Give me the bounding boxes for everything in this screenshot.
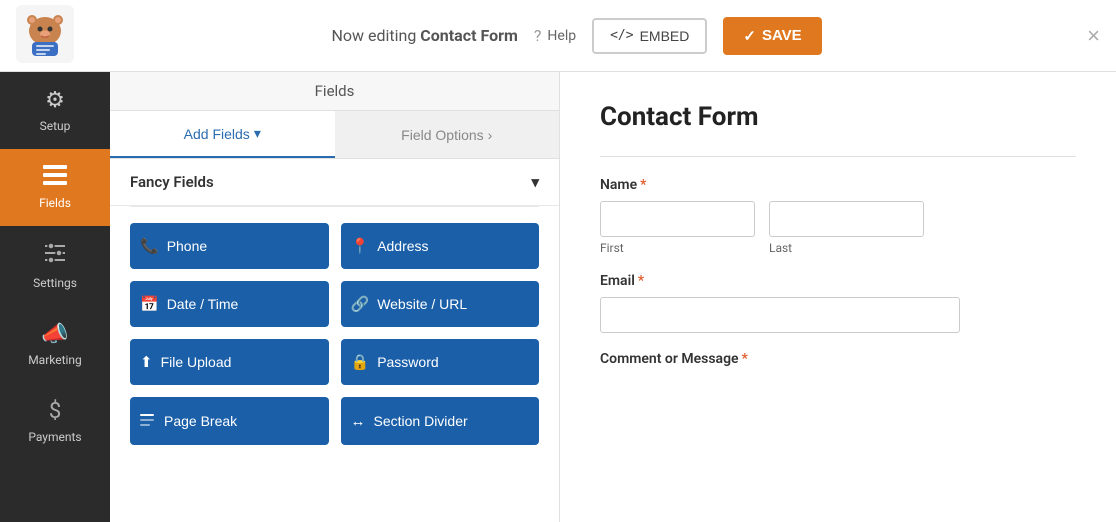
email-input[interactable] bbox=[600, 297, 960, 333]
fields-panel: Fields Add Fields ▾ Field Options › Fanc… bbox=[110, 72, 560, 522]
settings-icon bbox=[43, 242, 67, 270]
field-btn-datetime[interactable]: 📅 Date / Time bbox=[130, 281, 329, 327]
form-divider bbox=[600, 156, 1076, 157]
calendar-icon: 📅 bbox=[140, 295, 159, 313]
form-title: Contact Form bbox=[600, 102, 1076, 132]
lock-icon: 🔒 bbox=[351, 353, 370, 371]
website-label: Website / URL bbox=[377, 296, 467, 312]
fancy-fields-grid: 📞 Phone 📍 Address 📅 Date / Time 🔗 Websit… bbox=[110, 207, 559, 461]
pagebreak-label: Page Break bbox=[164, 413, 237, 429]
gear-icon: ⚙ bbox=[45, 88, 65, 113]
phone-icon: 📞 bbox=[140, 237, 159, 255]
fancy-fields-chevron-icon: ▾ bbox=[531, 173, 539, 191]
email-field-group: Email * bbox=[600, 273, 1076, 333]
field-btn-password[interactable]: 🔒 Password bbox=[341, 339, 540, 385]
fields-header-label: Fields bbox=[315, 82, 355, 100]
email-required-indicator: * bbox=[638, 273, 644, 289]
address-label: Address bbox=[377, 238, 428, 254]
field-btn-address[interactable]: 📍 Address bbox=[341, 223, 540, 269]
sidebar-label-marketing: Marketing bbox=[28, 353, 82, 367]
last-name-wrap: Last bbox=[769, 201, 924, 255]
sidebar-item-settings[interactable]: Settings bbox=[0, 226, 110, 306]
email-label: Email * bbox=[600, 273, 1076, 289]
fields-panel-header: Fields bbox=[110, 72, 559, 111]
help-button[interactable]: ? Help bbox=[534, 26, 576, 45]
first-name-input[interactable] bbox=[600, 201, 755, 237]
email-label-text: Email bbox=[600, 273, 635, 289]
sidebar: ⚙ Setup Fields bbox=[0, 72, 110, 522]
name-fields-row: First Last bbox=[600, 201, 1076, 255]
sidebar-item-payments[interactable]: $ Payments bbox=[0, 383, 110, 460]
topbar-center: Now editing Contact Form ? Help </> EMBE… bbox=[74, 17, 1079, 55]
help-icon: ? bbox=[534, 26, 542, 45]
link-icon: 🔗 bbox=[351, 295, 370, 313]
fileupload-label: File Upload bbox=[161, 354, 232, 370]
checkmark-icon: ✓ bbox=[743, 27, 756, 45]
last-name-input[interactable] bbox=[769, 201, 924, 237]
sidebar-label-payments: Payments bbox=[28, 430, 81, 444]
sidebar-label-setup: Setup bbox=[40, 119, 71, 133]
last-name-sublabel: Last bbox=[769, 241, 924, 255]
sectiondivider-label: Section Divider bbox=[374, 413, 468, 429]
sidebar-item-marketing[interactable]: 📣 Marketing bbox=[0, 306, 110, 383]
phone-label: Phone bbox=[167, 238, 207, 254]
tab-options-label: Field Options bbox=[401, 127, 483, 143]
close-button[interactable]: × bbox=[1087, 23, 1100, 49]
sectiondivider-icon: ↔ bbox=[351, 413, 366, 430]
field-btn-sectiondivider[interactable]: ↔ Section Divider bbox=[341, 397, 540, 445]
save-button[interactable]: ✓ SAVE bbox=[723, 17, 821, 55]
name-required-indicator: * bbox=[640, 177, 646, 193]
chevron-down-icon: ▾ bbox=[254, 125, 261, 142]
sidebar-label-settings: Settings bbox=[33, 276, 77, 290]
topbar: Now editing Contact Form ? Help </> EMBE… bbox=[0, 0, 1116, 72]
name-label-text: Name bbox=[600, 177, 637, 193]
sidebar-item-setup[interactable]: ⚙ Setup bbox=[0, 72, 110, 149]
address-icon: 📍 bbox=[351, 237, 370, 255]
fields-tabs: Add Fields ▾ Field Options › bbox=[110, 111, 559, 159]
fancy-fields-label: Fancy Fields bbox=[130, 173, 214, 191]
field-btn-phone[interactable]: 📞 Phone bbox=[130, 223, 329, 269]
dollar-icon: $ bbox=[49, 399, 61, 424]
password-label: Password bbox=[377, 354, 438, 370]
sidebar-label-fields: Fields bbox=[39, 196, 71, 210]
tab-field-options[interactable]: Field Options › bbox=[335, 111, 560, 158]
logo bbox=[16, 5, 74, 67]
megaphone-icon: 📣 bbox=[41, 322, 68, 347]
embed-code-icon: </> bbox=[610, 28, 633, 43]
embed-button[interactable]: </> EMBED bbox=[592, 18, 707, 54]
fields-icon bbox=[43, 165, 67, 190]
sidebar-item-fields[interactable]: Fields bbox=[0, 149, 110, 226]
save-label: SAVE bbox=[762, 27, 802, 44]
pagebreak-icon bbox=[140, 411, 156, 431]
tab-add-fields[interactable]: Add Fields ▾ bbox=[110, 111, 335, 158]
comment-label: Comment or Message * bbox=[600, 351, 1076, 367]
main-layout: ⚙ Setup Fields bbox=[0, 72, 1116, 522]
datetime-label: Date / Time bbox=[167, 296, 239, 312]
comment-label-text: Comment or Message bbox=[600, 351, 739, 367]
first-name-wrap: First bbox=[600, 201, 755, 255]
embed-label: EMBED bbox=[640, 28, 690, 44]
first-name-sublabel: First bbox=[600, 241, 755, 255]
comment-field-group: Comment or Message * bbox=[600, 351, 1076, 367]
comment-required-indicator: * bbox=[742, 351, 748, 367]
field-btn-website[interactable]: 🔗 Website / URL bbox=[341, 281, 540, 327]
name-label: Name * bbox=[600, 177, 1076, 193]
tab-add-label: Add Fields bbox=[184, 126, 250, 142]
upload-icon: ⬆ bbox=[140, 353, 153, 371]
form-preview: Contact Form Name * First Last bbox=[560, 72, 1116, 522]
editing-label: Now editing Contact Form bbox=[331, 26, 517, 45]
field-btn-fileupload[interactable]: ⬆ File Upload bbox=[130, 339, 329, 385]
help-label: Help bbox=[547, 28, 576, 44]
name-field-group: Name * First Last bbox=[600, 177, 1076, 255]
field-btn-pagebreak[interactable]: Page Break bbox=[130, 397, 329, 445]
fancy-fields-header: Fancy Fields ▾ bbox=[110, 159, 559, 206]
chevron-right-icon: › bbox=[488, 127, 493, 143]
